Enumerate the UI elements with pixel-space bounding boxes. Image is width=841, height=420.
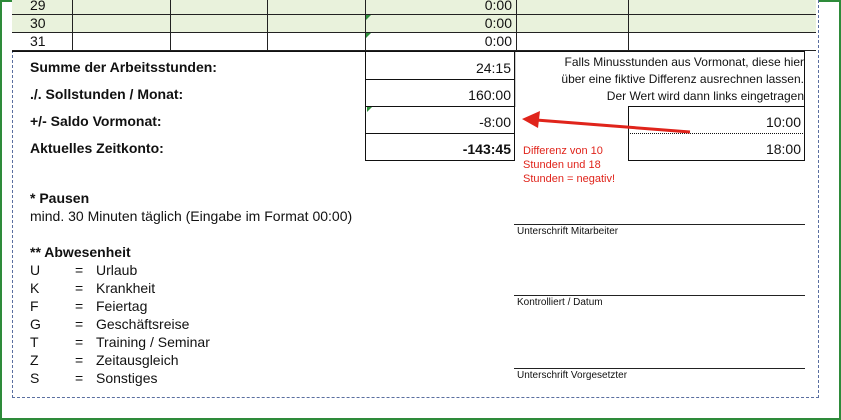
target-hours-label: ./. Sollstunden / Monat: bbox=[30, 86, 184, 102]
cell[interactable] bbox=[170, 0, 267, 14]
current-account-value[interactable]: -143:45 bbox=[366, 140, 511, 158]
checked-date-label: Kontrolliert / Datum bbox=[517, 297, 603, 308]
legend-code: G bbox=[30, 316, 41, 332]
divider bbox=[365, 106, 515, 107]
day-cell: 31 bbox=[30, 33, 46, 49]
cell[interactable] bbox=[516, 0, 628, 14]
legend-equals: = bbox=[75, 298, 84, 314]
legend-code: F bbox=[30, 298, 39, 314]
cell[interactable] bbox=[72, 15, 170, 32]
day-cell: 29 bbox=[30, 0, 46, 13]
cell[interactable] bbox=[516, 15, 628, 32]
signature-line bbox=[514, 224, 805, 225]
legend-equals: = bbox=[75, 334, 84, 350]
divider bbox=[365, 79, 515, 80]
comment-marker-icon bbox=[366, 15, 371, 20]
signature-line bbox=[514, 368, 805, 369]
annotation-note: Differenz von 10 Stunden und 18 Stunden … bbox=[523, 144, 653, 186]
cell[interactable] bbox=[628, 0, 816, 14]
cell[interactable] bbox=[267, 33, 365, 50]
table-row: 31 0:00 bbox=[12, 33, 816, 51]
divider bbox=[365, 133, 515, 134]
legend-desc: Krankheit bbox=[96, 280, 156, 296]
current-account-label: Aktuelles Zeitkonto: bbox=[30, 140, 164, 156]
legend-desc: Sonstiges bbox=[96, 370, 158, 386]
cell[interactable] bbox=[170, 15, 267, 32]
legend-code: T bbox=[30, 334, 39, 350]
annotation-line: Stunden = negativ! bbox=[523, 173, 616, 185]
legend-equals: = bbox=[75, 370, 84, 386]
annotation-line: Differenz von 10 bbox=[523, 145, 603, 157]
supervisor-signature-label: Unterschrift Vorgesetzter bbox=[517, 370, 628, 381]
time-cell[interactable]: 0:00 bbox=[365, 33, 516, 50]
cell[interactable] bbox=[628, 15, 816, 32]
legend-desc: Zeitausgleich bbox=[96, 352, 179, 368]
cell[interactable] bbox=[628, 33, 816, 50]
previous-balance-label: +/- Saldo Vormonat: bbox=[30, 113, 162, 129]
legend-code: Z bbox=[30, 352, 39, 368]
breaks-text: mind. 30 Minuten täglich (Eingabe im For… bbox=[30, 208, 353, 224]
breaks-title: * Pausen bbox=[30, 190, 90, 206]
legend-desc: Geschäftsreise bbox=[96, 316, 190, 332]
total-hours-label: Summe der Arbeitsstunden: bbox=[30, 59, 217, 75]
cell[interactable] bbox=[516, 33, 628, 50]
legend-code: U bbox=[30, 262, 41, 278]
helper-value-2[interactable]: 18:00 bbox=[630, 140, 801, 158]
total-hours-value[interactable]: 24:15 bbox=[366, 59, 511, 77]
legend-desc: Feiertag bbox=[96, 298, 148, 314]
legend-desc: Training / Seminar bbox=[96, 334, 210, 350]
legend-desc: Urlaub bbox=[96, 262, 138, 278]
absence-title: ** Abwesenheit bbox=[30, 244, 131, 260]
day-cell: 30 bbox=[30, 15, 46, 31]
previous-balance-value[interactable]: -8:00 bbox=[366, 113, 511, 131]
table-row: 29 0:00 bbox=[12, 0, 816, 15]
cell[interactable] bbox=[72, 33, 170, 50]
table-row: 30 0:00 bbox=[12, 15, 816, 33]
helper-note-line: über eine fiktive Differenz ausrechnen l… bbox=[561, 72, 804, 86]
helper-value-1[interactable]: 10:00 bbox=[630, 113, 801, 131]
cell[interactable] bbox=[267, 0, 365, 14]
helper-note: Falls Minusstunden aus Vormonat, diese h… bbox=[517, 54, 804, 105]
target-hours-value[interactable]: 160:00 bbox=[366, 86, 511, 104]
cell[interactable] bbox=[72, 0, 170, 14]
helper-note-line: Der Wert wird dann links eingetragen bbox=[606, 89, 804, 103]
legend-code: S bbox=[30, 370, 40, 386]
time-cell[interactable]: 0:00 bbox=[365, 15, 516, 32]
legend-equals: = bbox=[75, 352, 84, 368]
legend-code: K bbox=[30, 280, 40, 296]
employee-signature-label: Unterschrift Mitarbeiter bbox=[517, 226, 619, 237]
legend-equals: = bbox=[75, 316, 84, 332]
cell[interactable] bbox=[170, 33, 267, 50]
signature-line bbox=[514, 295, 805, 296]
cell[interactable] bbox=[267, 15, 365, 32]
annotation-line: Stunden und 18 bbox=[523, 159, 601, 171]
time-cell[interactable]: 0:00 bbox=[365, 0, 516, 14]
divider bbox=[628, 133, 805, 134]
helper-note-line: Falls Minusstunden aus Vormonat, diese h… bbox=[564, 55, 804, 69]
legend-equals: = bbox=[75, 280, 84, 296]
legend-equals: = bbox=[75, 262, 84, 278]
comment-marker-icon bbox=[367, 107, 372, 112]
comment-marker-icon bbox=[366, 33, 371, 38]
